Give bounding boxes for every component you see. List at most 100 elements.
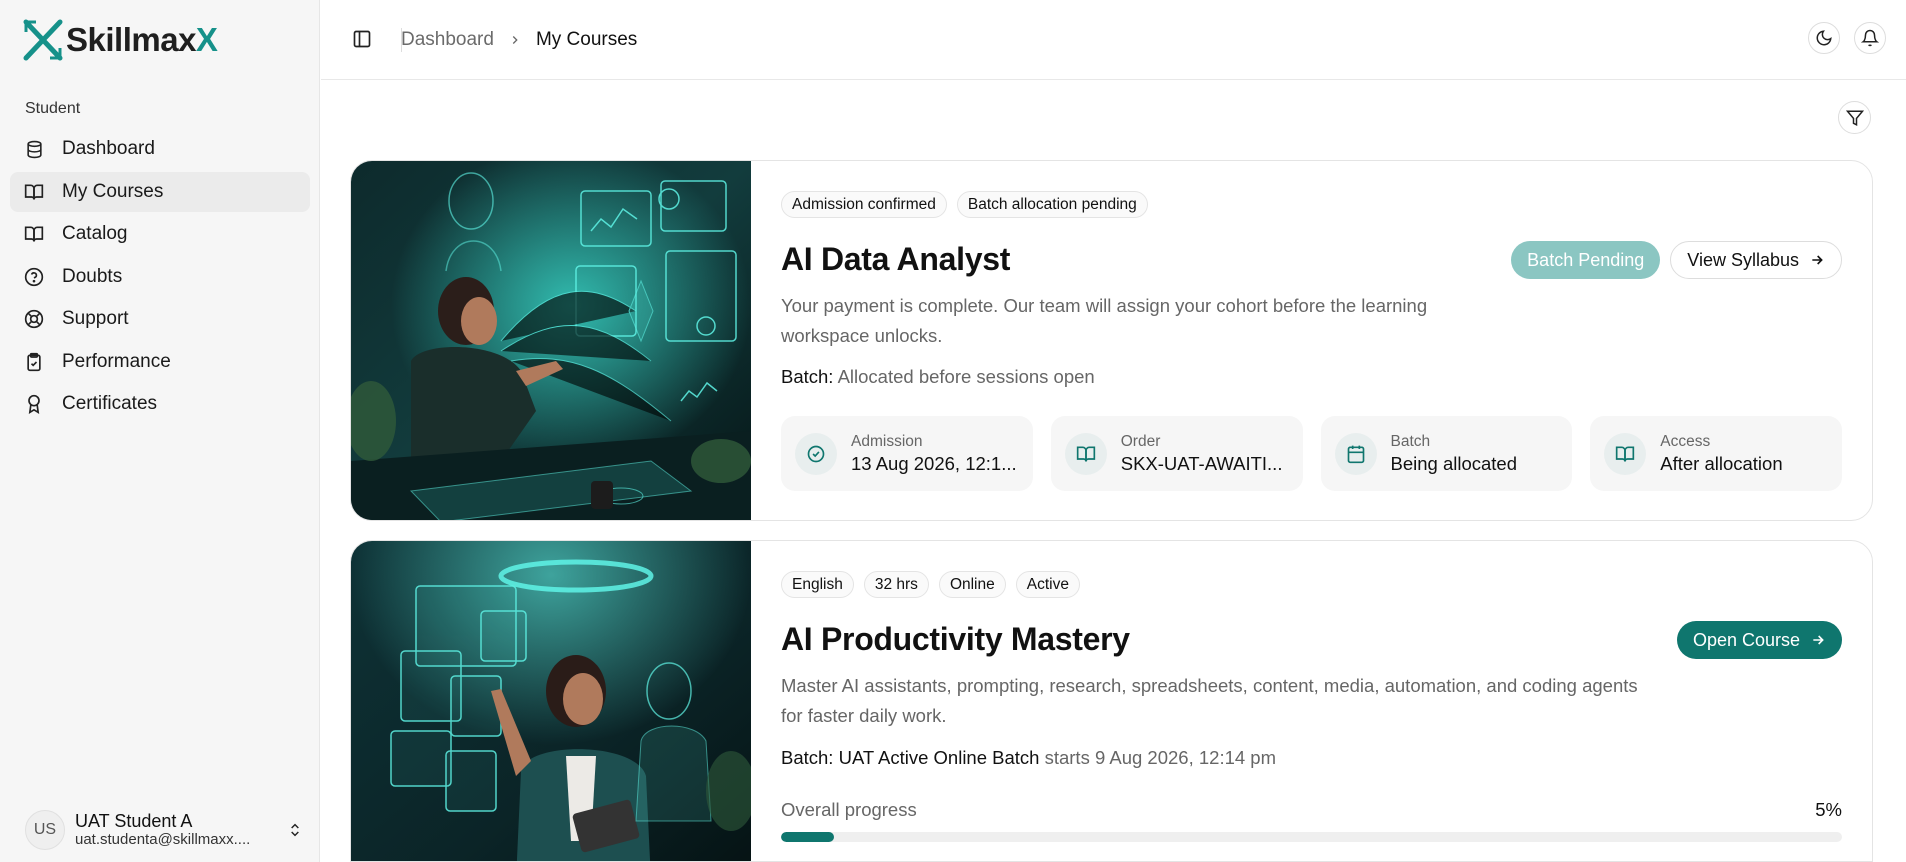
arrow-right-icon bbox=[1813, 635, 1824, 645]
course-badges: Admission confirmed Batch allocation pen… bbox=[781, 191, 1148, 218]
sidebar-item-doubts[interactable]: Doubts bbox=[10, 257, 310, 297]
sidebar-item-my-courses[interactable]: My Courses bbox=[10, 171, 310, 212]
top-bar: Dashboard My Courses bbox=[321, 0, 1906, 80]
book-open-icon bbox=[1064, 432, 1107, 475]
notifications-button[interactable] bbox=[1854, 22, 1886, 54]
breadcrumb-dashboard[interactable]: Dashboard bbox=[401, 29, 494, 51]
batch-label: Batch: bbox=[781, 747, 834, 768]
course-image bbox=[351, 541, 751, 861]
skillmaxx-logo-icon bbox=[23, 19, 63, 61]
top-actions bbox=[1808, 22, 1886, 54]
avatar: US bbox=[25, 810, 65, 850]
moon-icon bbox=[1816, 30, 1832, 46]
stat-label: Admission bbox=[851, 432, 923, 450]
course-image bbox=[351, 161, 751, 520]
sidebar-item-support[interactable]: Support bbox=[10, 299, 310, 339]
stat-access: Access After allocation bbox=[1590, 416, 1842, 491]
sidebar-item-performance[interactable]: Performance bbox=[10, 342, 310, 382]
sidebar-toggle-icon[interactable] bbox=[351, 28, 373, 50]
user-email: uat.studenta@skillmaxx.... bbox=[75, 831, 251, 848]
arrow-right-icon bbox=[1812, 255, 1823, 265]
batch-value: Allocated before sessions open bbox=[837, 366, 1095, 387]
clipboard-check-icon bbox=[24, 352, 44, 372]
progress-fill bbox=[781, 832, 835, 842]
batch-start: starts 9 Aug 2026, 12:14 pm bbox=[1044, 747, 1276, 768]
progress-bar bbox=[781, 832, 1842, 842]
calendar-icon bbox=[1334, 432, 1377, 475]
status-badge: Active bbox=[1015, 571, 1080, 598]
sidebar-item-label: Dashboard bbox=[62, 138, 155, 159]
filter-icon bbox=[1845, 110, 1864, 126]
user-info: UAT Student A uat.studenta@skillmaxx.... bbox=[75, 811, 285, 849]
sidebar: SkillmaxX Student Dashboard My Courses C… bbox=[0, 0, 320, 862]
batch-pending-button: Batch Pending bbox=[1511, 241, 1661, 279]
brand-name: SkillmaxX bbox=[66, 21, 218, 58]
language-badge: English bbox=[781, 571, 854, 598]
breadcrumb: Dashboard My Courses bbox=[401, 28, 638, 52]
stat-value: 13 Aug 2026, 12:1... bbox=[851, 452, 1017, 474]
sidebar-nav: Dashboard My Courses Catalog Doubts Supp… bbox=[10, 129, 310, 427]
bell-icon bbox=[1861, 29, 1879, 47]
sidebar-item-label: Performance bbox=[62, 350, 171, 372]
chevron-right-icon bbox=[508, 33, 522, 47]
brand-logo[interactable]: SkillmaxX bbox=[22, 16, 218, 64]
status-badge: Batch allocation pending bbox=[956, 191, 1148, 218]
theme-toggle-button[interactable] bbox=[1808, 22, 1840, 54]
progress-value: 5% bbox=[1815, 799, 1842, 820]
course-badges: English 32 hrs Online Active bbox=[781, 571, 1080, 598]
help-circle-icon bbox=[24, 267, 44, 287]
status-badge: Admission confirmed bbox=[781, 191, 947, 218]
stat-batch: Batch Being allocated bbox=[1320, 416, 1573, 491]
batch-line: Batch: Allocated before sessions open bbox=[781, 366, 1095, 388]
sidebar-item-dashboard[interactable]: Dashboard bbox=[10, 129, 310, 169]
course-actions: Open Course bbox=[1676, 621, 1842, 659]
progress-label: Overall progress bbox=[781, 799, 917, 820]
view-syllabus-button[interactable]: View Syllabus bbox=[1670, 241, 1842, 279]
sidebar-item-label: Support bbox=[62, 308, 129, 329]
award-icon bbox=[24, 394, 44, 414]
course-title: AI Productivity Mastery bbox=[781, 621, 1130, 657]
stat-value: After allocation bbox=[1660, 452, 1783, 474]
course-description: Your payment is complete. Our team will … bbox=[781, 295, 1428, 346]
sidebar-item-label: Doubts bbox=[62, 265, 123, 287]
database-icon bbox=[24, 139, 44, 159]
sidebar-item-label: My Courses bbox=[62, 180, 164, 202]
button-label: View Syllabus bbox=[1687, 249, 1799, 270]
batch-name: UAT Active Online Batch bbox=[838, 747, 1040, 768]
stat-label: Access bbox=[1660, 432, 1711, 450]
book-open-icon bbox=[1604, 432, 1647, 475]
stat-label: Order bbox=[1120, 432, 1161, 450]
sidebar-item-label: Certificates bbox=[62, 393, 158, 414]
sidebar-section-label: Student bbox=[25, 100, 81, 117]
mode-badge: Online bbox=[938, 571, 1006, 598]
stat-value: Being allocated bbox=[1390, 452, 1518, 474]
stat-value: SKX-UAT-AWAITI... bbox=[1120, 452, 1283, 474]
duration-badge: 32 hrs bbox=[863, 571, 929, 598]
filter-button[interactable] bbox=[1838, 101, 1871, 134]
batch-line: Batch: UAT Active Online Batch starts 9 … bbox=[781, 747, 1276, 769]
sidebar-item-label: Catalog bbox=[62, 223, 128, 244]
user-name: UAT Student A bbox=[75, 811, 193, 831]
stat-admission: Admission 13 Aug 2026, 12:1... bbox=[781, 416, 1033, 491]
stat-label: Batch bbox=[1390, 432, 1431, 450]
book-open-icon bbox=[24, 182, 44, 202]
course-card: Admission confirmed Batch allocation pen… bbox=[350, 160, 1873, 521]
sidebar-item-certificates[interactable]: Certificates bbox=[10, 384, 310, 424]
user-menu[interactable]: US UAT Student A uat.studenta@skillmaxx.… bbox=[25, 808, 305, 852]
open-course-button[interactable]: Open Course bbox=[1676, 621, 1842, 659]
life-buoy-icon bbox=[24, 309, 44, 329]
course-card: English 32 hrs Online Active AI Producti… bbox=[350, 540, 1873, 862]
batch-label: Batch: bbox=[781, 366, 834, 387]
course-card-body: Admission confirmed Batch allocation pen… bbox=[781, 161, 1842, 520]
progress-row: Overall progress 5% bbox=[781, 799, 1842, 821]
sidebar-item-catalog[interactable]: Catalog bbox=[10, 214, 310, 254]
chevrons-up-down-icon[interactable] bbox=[285, 820, 305, 840]
course-actions: Batch Pending View Syllabus bbox=[1511, 241, 1842, 279]
course-card-body: English 32 hrs Online Active AI Producti… bbox=[781, 541, 1842, 861]
book-icon bbox=[24, 224, 44, 244]
course-stats: Admission 13 Aug 2026, 12:1... Order SKX… bbox=[781, 416, 1842, 491]
button-label: Open Course bbox=[1692, 629, 1800, 650]
breadcrumb-current: My Courses bbox=[535, 29, 638, 50]
check-circle-icon bbox=[795, 432, 837, 475]
stat-order: Order SKX-UAT-AWAITI... bbox=[1050, 416, 1303, 491]
